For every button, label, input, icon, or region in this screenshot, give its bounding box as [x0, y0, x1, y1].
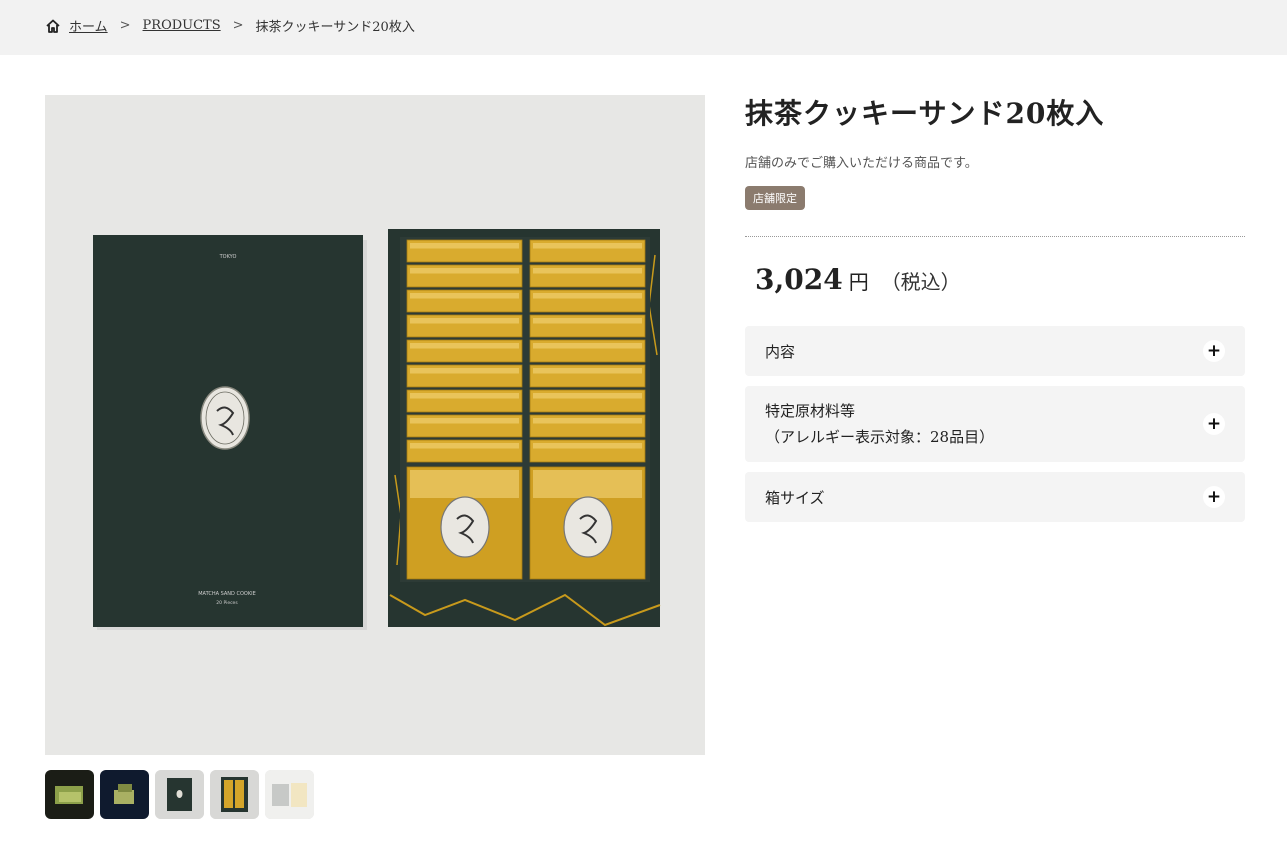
- plus-icon[interactable]: +: [1203, 486, 1225, 508]
- breadcrumb-bar: ホーム > PRODUCTS > 抹茶クッキーサンド20枚入: [0, 0, 1287, 55]
- price-row: 3,024 円 （税込）: [745, 263, 1245, 296]
- thumbnail-4[interactable]: [210, 770, 259, 819]
- plus-icon[interactable]: +: [1203, 413, 1225, 435]
- divider: [745, 236, 1245, 237]
- svg-text:TOKYO: TOKYO: [219, 254, 237, 260]
- accordion-allergens-label-line2: （アレルギー表示対象：28品目）: [765, 428, 995, 446]
- price-currency: 円: [848, 270, 869, 294]
- tax-note: （税込）: [880, 270, 961, 294]
- breadcrumb-separator: >: [119, 18, 131, 33]
- product-description: 店舗のみでご購入いただける商品です。: [745, 156, 978, 171]
- breadcrumb-current: 抹茶クッキーサンド20枚入: [255, 20, 415, 35]
- thumbnail-2[interactable]: [100, 770, 149, 819]
- plus-icon[interactable]: +: [1203, 340, 1225, 362]
- thumbnail-5[interactable]: [265, 770, 314, 819]
- accordion-box-size-label: 箱サイズ: [765, 488, 825, 507]
- breadcrumb: ホーム > PRODUCTS > 抹茶クッキーサンド20枚入: [45, 16, 415, 35]
- product-main-image[interactable]: TOKYO MATCHA SAND COOKIE 20 Pieces: [45, 95, 705, 755]
- thumbnail-1[interactable]: [45, 770, 94, 819]
- accordion-allergens-label: 特定原材料等 （アレルギー表示対象：28品目）: [765, 398, 994, 450]
- svg-text:MATCHA SAND COOKIE: MATCHA SAND COOKIE: [198, 591, 256, 597]
- store-only-badge: 店舗限定: [745, 186, 805, 210]
- product-details-accordion: 内容 + 特定原材料等 （アレルギー表示対象：28品目） + 箱サイズ +: [745, 326, 1245, 522]
- price-value: 3,024: [755, 263, 843, 296]
- thumbnail-3[interactable]: [155, 770, 204, 819]
- accordion-contents-label: 内容: [765, 342, 796, 361]
- accordion-contents[interactable]: 内容 +: [745, 326, 1245, 376]
- product-info-panel: 抹茶クッキーサンド20枚入 店舗のみでご購入いただける商品です。 店舗限定 3,…: [745, 92, 1245, 532]
- accordion-allergens-label-line1: 特定原材料等: [765, 402, 856, 420]
- thumbnail-strip: [45, 770, 314, 819]
- product-title: 抹茶クッキーサンド20枚入: [745, 97, 1105, 130]
- breadcrumb-home-link[interactable]: ホーム: [69, 16, 108, 35]
- svg-text:20 Pieces: 20 Pieces: [216, 600, 238, 606]
- home-icon[interactable]: [45, 18, 61, 34]
- breadcrumb-products-link[interactable]: PRODUCTS: [143, 18, 221, 33]
- accordion-box-size[interactable]: 箱サイズ +: [745, 472, 1245, 522]
- accordion-allergens[interactable]: 特定原材料等 （アレルギー表示対象：28品目） +: [745, 386, 1245, 462]
- breadcrumb-separator: >: [232, 18, 244, 33]
